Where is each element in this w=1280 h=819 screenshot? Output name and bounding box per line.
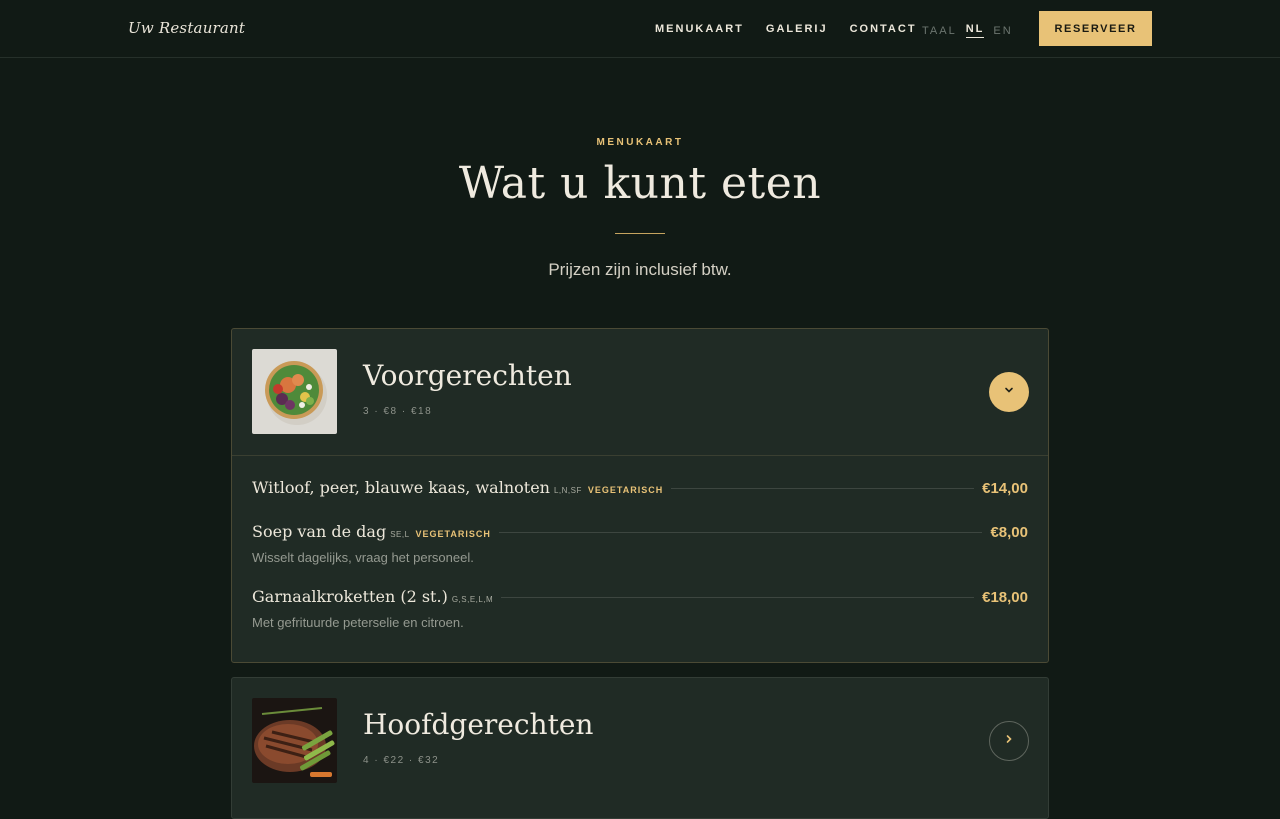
menu-section-hoofdgerechten: Hoofdgerechten 4 · €22 · €32 bbox=[231, 677, 1049, 819]
section-meta: 4 · €22 · €32 bbox=[363, 755, 440, 766]
menu-item: Witloof, peer, blauwe kaas, walnoten L,N… bbox=[252, 478, 1028, 497]
title-divider bbox=[615, 233, 665, 234]
page-subtitle: Prijzen zijn inclusief btw. bbox=[548, 260, 732, 279]
section-thumbnail-steak bbox=[252, 698, 337, 783]
item-name: Witloof, peer, blauwe kaas, walnoten bbox=[252, 478, 550, 497]
section-meta: 3 · €8 · €18 bbox=[363, 406, 433, 417]
vegetarian-tag: VEGETARISCH bbox=[587, 485, 664, 495]
chevron-down-icon bbox=[1003, 383, 1015, 401]
expand-toggle-button[interactable] bbox=[989, 721, 1029, 761]
section-title: Hoofdgerechten bbox=[363, 708, 594, 741]
menu-item: Soep van de dag SE,L VEGETARISCH €8,00 W… bbox=[252, 522, 1028, 565]
nav-link-menukaart[interactable]: MENUKAART bbox=[655, 23, 744, 35]
dotted-leader bbox=[498, 532, 983, 533]
nav-link-contact[interactable]: CONTACT bbox=[850, 23, 917, 35]
language-label: TAAL bbox=[922, 24, 957, 37]
language-option-en[interactable]: EN bbox=[993, 25, 1012, 37]
collapse-toggle-button[interactable] bbox=[989, 372, 1029, 412]
main-nav: MENUKAART GALERIJ CONTACT bbox=[655, 23, 939, 35]
top-navigation-bar: Uw Restaurant MENUKAART GALERIJ CONTACT … bbox=[0, 0, 1280, 58]
language-option-nl[interactable]: NL bbox=[965, 23, 985, 38]
section-thumbnail-salad bbox=[252, 349, 337, 434]
item-allergens: L,N,SF bbox=[553, 486, 582, 495]
menu-item: Garnaalkroketten (2 st.) G,S,E,L,M €18,0… bbox=[252, 587, 1028, 630]
item-allergens: G,S,E,L,M bbox=[451, 595, 494, 604]
item-description: Met gefrituurde peterselie en citroen. bbox=[252, 615, 464, 630]
item-price: €8,00 bbox=[990, 524, 1028, 541]
section-header[interactable]: Voorgerechten 3 · €8 · €18 bbox=[232, 329, 1048, 455]
section-eyebrow: MENUKAART bbox=[596, 137, 684, 148]
section-header[interactable]: Hoofdgerechten 4 · €22 · €32 bbox=[232, 678, 1048, 804]
item-description: Wisselt dagelijks, vraag het personeel. bbox=[252, 550, 474, 565]
nav-link-galerij[interactable]: GALERIJ bbox=[766, 23, 828, 35]
chevron-right-icon bbox=[1003, 732, 1015, 750]
item-price: €14,00 bbox=[982, 480, 1028, 497]
dotted-leader bbox=[501, 597, 975, 598]
menu-item-list: Witloof, peer, blauwe kaas, walnoten L,N… bbox=[232, 478, 1048, 630]
item-allergens: SE,L bbox=[390, 530, 410, 539]
language-switcher: TAAL NL EN bbox=[922, 23, 1022, 38]
vegetarian-tag: VEGETARISCH bbox=[415, 529, 491, 539]
item-name: Soep van de dag bbox=[252, 522, 387, 541]
reserve-button[interactable]: RESERVEER bbox=[1039, 11, 1152, 46]
dotted-leader bbox=[671, 488, 975, 489]
page-title: Wat u kunt eten bbox=[458, 158, 822, 209]
item-name: Garnaalkroketten (2 st.) bbox=[252, 587, 448, 606]
restaurant-logo[interactable]: Uw Restaurant bbox=[128, 19, 245, 37]
section-divider bbox=[232, 455, 1048, 456]
section-title: Voorgerechten bbox=[363, 359, 572, 392]
menu-section-voorgerechten: Voorgerechten 3 · €8 · €18 Witloof, peer… bbox=[231, 328, 1049, 663]
item-price: €18,00 bbox=[982, 589, 1028, 606]
